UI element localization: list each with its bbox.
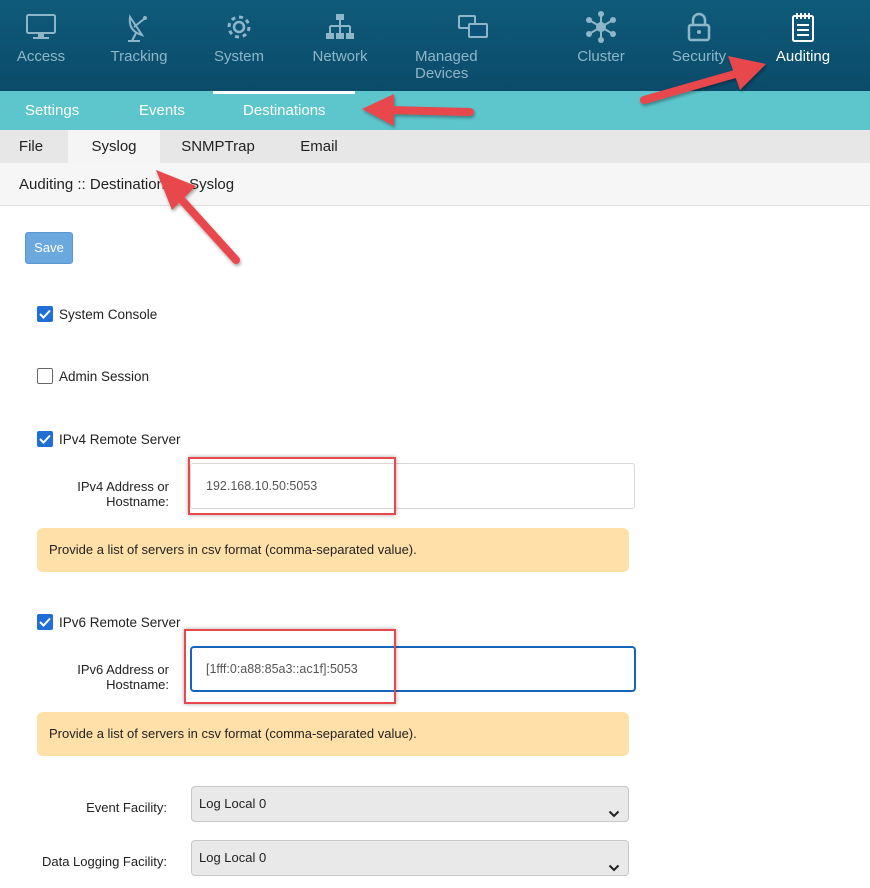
system-console-checkbox[interactable] (37, 306, 53, 322)
nav-label: System (214, 48, 265, 65)
ipv4-hint: Provide a list of servers in csv format … (37, 528, 629, 572)
save-button[interactable]: Save (25, 232, 73, 264)
nav-label: Managed Devices (415, 48, 478, 82)
tab-syslog[interactable]: Syslog (68, 130, 160, 163)
nav-label: Auditing (775, 48, 831, 65)
chevron-down-icon (608, 798, 620, 832)
destination-tabs: File Syslog SNMPTrap Email (0, 130, 870, 163)
tab-file[interactable]: File (0, 130, 62, 163)
devices-icon (456, 10, 490, 44)
subnav-settings[interactable]: Settings (25, 91, 79, 130)
monitor-icon (25, 10, 57, 44)
chevron-down-icon (608, 852, 620, 886)
nav-access[interactable]: Access (16, 0, 66, 91)
admin-session-option[interactable]: Admin Session (37, 366, 149, 386)
admin-session-label: Admin Session (59, 368, 150, 384)
data-logging-facility-select[interactable]: Log Local 0 (191, 840, 629, 876)
ipv4-address-label: IPv4 Address or Hostname: (29, 479, 169, 509)
nav-managed-devices[interactable]: Managed Devices (415, 0, 531, 91)
lock-icon (686, 10, 712, 44)
nav-security[interactable]: Security (671, 0, 727, 91)
ipv4-label-line2: Hostname: (106, 494, 169, 509)
nav-label: Security (671, 48, 727, 65)
notepad-icon (790, 10, 816, 44)
nav-tracking[interactable]: Tracking (110, 0, 168, 91)
system-console-option[interactable]: System Console (37, 304, 157, 324)
ipv4-remote-label: IPv4 Remote Server (59, 431, 181, 447)
data-logging-facility-label: Data Logging Facility: (41, 854, 167, 869)
ipv4-remote-checkbox[interactable] (37, 431, 53, 447)
top-navigation: Access Tracking System Network Managed D… (0, 0, 870, 91)
event-facility-label: Event Facility: (86, 800, 167, 815)
gear-icon (223, 10, 255, 44)
ipv6-label-line1: IPv6 Address or (77, 662, 169, 677)
network-tree-icon (324, 10, 356, 44)
admin-session-checkbox[interactable] (37, 368, 53, 384)
satellite-dish-icon (124, 10, 154, 44)
nav-system[interactable]: System (214, 0, 264, 91)
ipv6-hint: Provide a list of servers in csv format … (37, 712, 629, 756)
nav-cluster[interactable]: Cluster (577, 0, 625, 91)
ipv6-label-line2: Hostname: (106, 677, 169, 692)
tab-email[interactable]: Email (280, 130, 358, 163)
ipv4-remote-option[interactable]: IPv4 Remote Server (37, 429, 181, 449)
tab-snmptrap[interactable]: SNMPTrap (172, 130, 264, 163)
ipv6-remote-label: IPv6 Remote Server (59, 614, 181, 630)
nav-network[interactable]: Network (310, 0, 370, 91)
ipv6-remote-checkbox[interactable] (37, 614, 53, 630)
subnav-destinations[interactable]: Destinations (243, 91, 326, 130)
sub-navigation: Settings Events Destinations (0, 91, 870, 130)
event-facility-value: Log Local 0 (199, 796, 267, 811)
nav-label: Network (312, 48, 368, 65)
ipv6-highlight-box (184, 629, 396, 704)
data-logging-facility-value: Log Local 0 (199, 850, 267, 865)
ipv6-address-label: IPv6 Address or Hostname: (29, 662, 169, 692)
breadcrumb: Auditing :: Destinations :: Syslog (0, 163, 870, 206)
ipv4-highlight-box (188, 457, 396, 515)
subnav-events[interactable]: Events (139, 91, 185, 130)
system-console-label: System Console (59, 306, 158, 322)
ipv6-remote-option[interactable]: IPv6 Remote Server (37, 612, 181, 632)
nav-auditing[interactable]: Auditing (774, 0, 832, 91)
ipv4-label-line1: IPv4 Address or (77, 479, 169, 494)
nav-label: Tracking (110, 48, 168, 65)
nav-label: Access (16, 48, 66, 65)
event-facility-select[interactable]: Log Local 0 (191, 786, 629, 822)
cluster-icon (584, 10, 618, 44)
nav-label: Cluster (577, 48, 625, 65)
